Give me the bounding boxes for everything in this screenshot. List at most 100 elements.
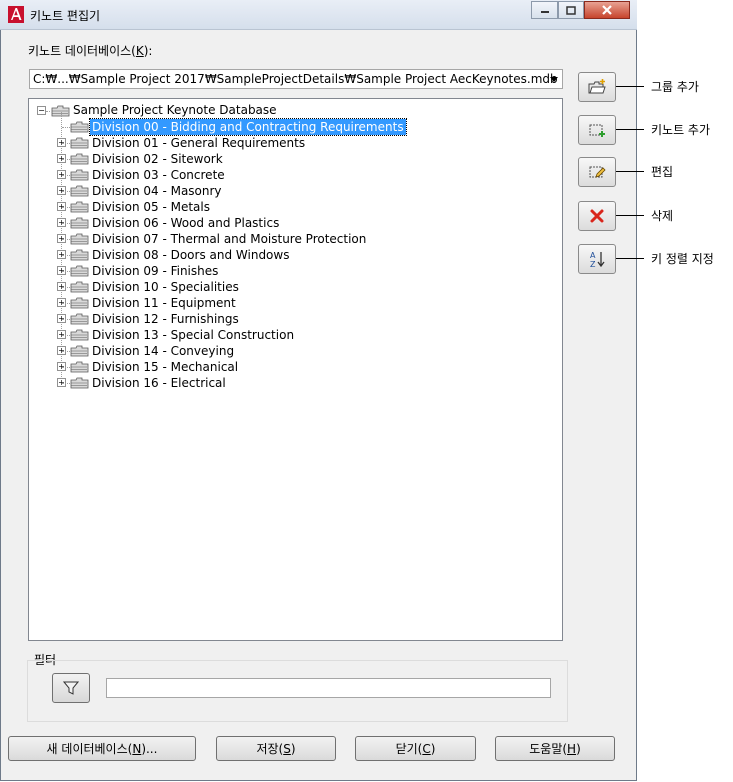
tree-item[interactable]: + Division 13 - Special Construction bbox=[29, 327, 549, 343]
tree-connector bbox=[62, 287, 70, 288]
svg-text:A: A bbox=[590, 251, 596, 260]
division-folder-icon bbox=[70, 153, 89, 165]
tree-connector bbox=[62, 383, 70, 384]
tree-item[interactable]: + Division 09 - Finishes bbox=[29, 263, 549, 279]
tree-item-label: Division 13 - Special Construction bbox=[92, 328, 295, 342]
tree-item[interactable]: + Division 02 - Sitework bbox=[29, 151, 549, 167]
tree-item[interactable]: + Division 15 - Mechanical bbox=[29, 359, 549, 375]
callout-line bbox=[616, 171, 644, 172]
save-label: 저장( bbox=[256, 742, 284, 756]
minimize-button[interactable] bbox=[531, 1, 558, 19]
tree-item[interactable]: + Division 14 - Conveying bbox=[29, 343, 549, 359]
svg-text:Z: Z bbox=[590, 260, 596, 269]
save-button[interactable]: 저장(S) bbox=[216, 736, 336, 761]
tree-connector bbox=[46, 111, 50, 112]
add-keynote-icon bbox=[589, 124, 605, 137]
division-folder-icon bbox=[70, 377, 89, 389]
collapse-icon[interactable]: − bbox=[37, 106, 46, 115]
tree-item-label: Division 16 - Electrical bbox=[92, 376, 226, 390]
database-label-text: 키노트 데이터베이스( bbox=[28, 44, 136, 58]
database-path-combobox[interactable]: C:₩...₩Sample Project 2017₩SampleProject… bbox=[29, 69, 563, 89]
help-end: ) bbox=[576, 741, 581, 756]
maximize-icon bbox=[566, 5, 576, 15]
new-database-button[interactable]: 새 데이터베이스(N)... bbox=[8, 736, 196, 761]
help-button[interactable]: 도움말(H) bbox=[495, 736, 615, 761]
division-folder-icon bbox=[70, 265, 89, 277]
callout-line bbox=[616, 215, 644, 216]
tree-connector bbox=[62, 319, 70, 320]
save-end: ) bbox=[290, 741, 296, 756]
tree-connector bbox=[62, 143, 70, 144]
division-folder-icon bbox=[70, 137, 89, 149]
close-button[interactable]: 닫기(C) bbox=[355, 736, 476, 761]
tree-connector bbox=[62, 271, 70, 272]
tree-item[interactable]: + Division 03 - Concrete bbox=[29, 167, 549, 183]
tree-item-label: Division 08 - Doors and Windows bbox=[92, 248, 290, 262]
filter-icon bbox=[63, 681, 79, 695]
add-keynote-button[interactable] bbox=[578, 115, 616, 145]
add-keynote-callout: 키노트 추가 bbox=[651, 123, 711, 137]
tree-item-label: Division 02 - Sitework bbox=[92, 152, 223, 166]
maximize-button[interactable] bbox=[558, 1, 584, 19]
new-database-label: 새 데이터베이스( bbox=[46, 742, 133, 756]
division-folder-icon bbox=[70, 233, 89, 245]
tree-connector bbox=[62, 367, 70, 368]
tree-item[interactable]: + Division 16 - Electrical bbox=[29, 375, 549, 391]
tree-connector bbox=[62, 223, 70, 224]
tree-connector bbox=[62, 255, 70, 256]
division-folder-icon bbox=[70, 249, 89, 261]
tree-connector bbox=[62, 175, 70, 176]
keynote-tree[interactable]: − Sample Project Keynote Database Divisi… bbox=[28, 98, 563, 641]
add-group-icon bbox=[588, 79, 606, 94]
close-key: C bbox=[422, 741, 431, 756]
tree-item[interactable]: + Division 12 - Furnishings bbox=[29, 311, 549, 327]
tree-item[interactable]: Division 00 - Bidding and Contracting Re… bbox=[29, 118, 549, 136]
new-database-end: )... bbox=[141, 741, 158, 756]
sort-icon: A Z bbox=[590, 251, 605, 269]
division-folder-icon bbox=[70, 361, 89, 373]
filter-button[interactable] bbox=[52, 673, 90, 703]
database-path-value: C:₩...₩Sample Project 2017₩SampleProject… bbox=[33, 72, 558, 86]
delete-button[interactable] bbox=[578, 201, 616, 231]
add-group-button[interactable] bbox=[578, 72, 616, 102]
tree-body: − Sample Project Keynote Database Divisi… bbox=[29, 99, 562, 640]
division-folder-icon bbox=[70, 297, 89, 309]
help-label: 도움말( bbox=[529, 742, 568, 756]
filter-input[interactable] bbox=[106, 678, 551, 698]
tree-connector bbox=[62, 351, 70, 352]
close-end: ) bbox=[430, 741, 436, 756]
add-group-callout: 그룹 추가 bbox=[651, 80, 699, 94]
tree-root-row[interactable]: − Sample Project Keynote Database bbox=[29, 103, 549, 119]
tree-item[interactable]: + Division 08 - Doors and Windows bbox=[29, 247, 549, 263]
edit-callout: 편집 bbox=[651, 165, 674, 179]
tree-item[interactable]: + Division 06 - Wood and Plastics bbox=[29, 215, 549, 231]
tree-item-label: Division 01 - General Requirements bbox=[92, 136, 306, 150]
division-folder-icon bbox=[70, 329, 89, 341]
tree-item[interactable]: + Division 10 - Specialities bbox=[29, 279, 549, 295]
tree-item-label: Division 04 - Masonry bbox=[92, 184, 222, 198]
close-icon bbox=[602, 5, 612, 15]
tree-item[interactable]: + Division 05 - Metals bbox=[29, 199, 549, 215]
tree-item[interactable]: + Division 07 - Thermal and Moisture Prot… bbox=[29, 231, 549, 247]
edit-button[interactable] bbox=[578, 157, 616, 187]
tree-item-label: Division 14 - Conveying bbox=[92, 344, 235, 358]
tree-item-label: Division 06 - Wood and Plastics bbox=[92, 216, 280, 230]
tree-item[interactable]: + Division 01 - General Requirements bbox=[29, 135, 549, 151]
tree-item-label: Division 10 - Specialities bbox=[92, 280, 239, 294]
tree-item-label: Division 12 - Furnishings bbox=[92, 312, 239, 326]
delete-callout: 삭제 bbox=[651, 209, 674, 223]
title-bar[interactable]: 키노트 편집기 bbox=[0, 0, 637, 30]
sort-callout: 키 정렬 지정 bbox=[651, 252, 714, 266]
close-window-button[interactable] bbox=[584, 1, 630, 19]
sort-button[interactable]: A Z bbox=[578, 244, 616, 274]
new-database-key: N bbox=[132, 741, 142, 756]
division-folder-icon bbox=[70, 281, 89, 293]
edit-icon bbox=[589, 166, 606, 178]
tree-connector bbox=[62, 207, 70, 208]
help-key: H bbox=[567, 741, 577, 756]
minimize-icon bbox=[540, 11, 549, 13]
tree-item[interactable]: + Division 04 - Masonry bbox=[29, 183, 549, 199]
dropdown-arrow-icon[interactable] bbox=[550, 77, 558, 82]
tree-item[interactable]: + Division 11 - Equipment bbox=[29, 295, 549, 311]
division-folder-icon bbox=[70, 169, 89, 181]
